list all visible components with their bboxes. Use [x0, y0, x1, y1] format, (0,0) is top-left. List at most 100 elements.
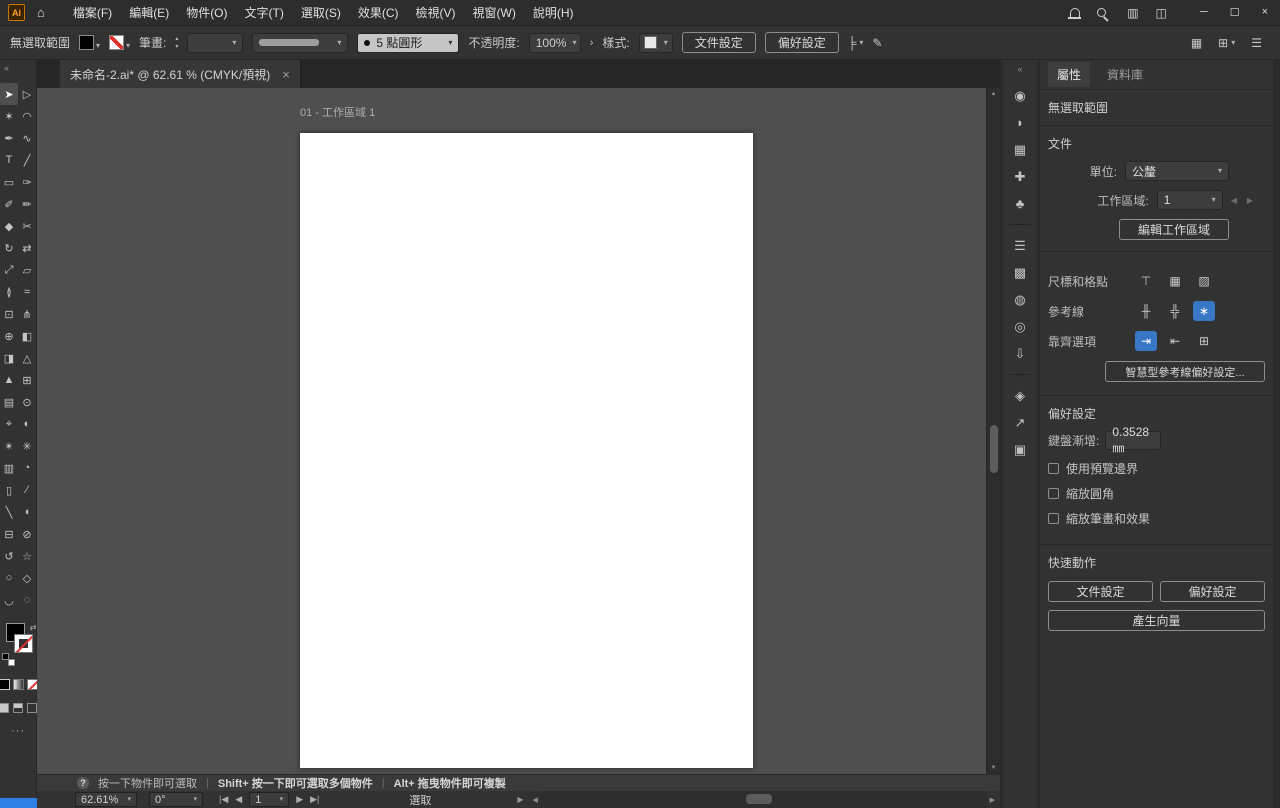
print-tiling-tool[interactable]: ⊟: [0, 523, 18, 545]
scroll-up-icon[interactable]: ▲: [987, 91, 1000, 97]
menubar-item-8[interactable]: 視窗(W): [473, 4, 516, 21]
live-paint-bucket-tool[interactable]: ◧: [18, 325, 36, 347]
snap-to-grid-icon[interactable]: ⇤: [1164, 331, 1186, 351]
shear-tool[interactable]: ▱: [18, 259, 36, 281]
column-graph-tool[interactable]: ▥: [0, 457, 18, 479]
scissors-tool[interactable]: ✂: [18, 215, 36, 237]
generate-vectors-button[interactable]: 產生向量: [1048, 610, 1265, 631]
preference-checkbox-2[interactable]: 縮放圓角: [1048, 485, 1265, 502]
lasso-tool[interactable]: ◠: [18, 105, 36, 127]
horizontal-scrollbar[interactable]: ◀ ▶: [530, 791, 998, 808]
toolbar-collapse-icon[interactable]: «: [0, 60, 13, 73]
quick-preferences-button[interactable]: 偏好設定: [1160, 581, 1265, 602]
default-fill-stroke-icon[interactable]: [1, 653, 15, 666]
home-icon[interactable]: ⌂: [37, 5, 45, 20]
document-setup-button[interactable]: 文件設定: [681, 32, 756, 53]
dock-collapse-icon[interactable]: «: [1017, 60, 1022, 74]
stepper-down-icon[interactable]: ▾: [175, 43, 178, 50]
next-artboard-icon[interactable]: ▶: [1247, 196, 1253, 205]
stroke-weight-dropdown[interactable]: ▾: [187, 32, 244, 53]
edit-toolbar-icon[interactable]: ···: [11, 725, 25, 737]
rectangle-tool[interactable]: ▭: [0, 171, 18, 193]
asset-export-icon[interactable]: ⇩: [1007, 343, 1033, 364]
previous-artboard-icon[interactable]: ◀: [1231, 196, 1237, 205]
canvas[interactable]: 01 - 工作區域 1: [37, 88, 986, 774]
lock-guides-icon[interactable]: ╬: [1164, 301, 1186, 321]
menubar-item-2[interactable]: 編輯(E): [129, 4, 169, 21]
perspective-grid-tool[interactable]: △: [18, 347, 36, 369]
panels-icon[interactable]: ◫: [1156, 6, 1167, 20]
notifications-bell-icon[interactable]: [1068, 8, 1082, 19]
color-wheel-icon[interactable]: ◉: [1007, 85, 1033, 106]
artboard[interactable]: [300, 133, 753, 768]
slice-tool[interactable]: ∕: [18, 479, 36, 501]
edit-artboards-button[interactable]: 編輯工作區域: [1119, 219, 1229, 240]
style-dropdown[interactable]: ▾: [638, 32, 673, 53]
align-dropdown[interactable]: ╞ ▾: [848, 36, 864, 50]
menubar-item-6[interactable]: 效果(C): [358, 4, 399, 21]
blend-tool[interactable]: ◐: [18, 413, 36, 435]
vertical-scrollbar[interactable]: ▲ ▼: [986, 88, 1000, 774]
keyboard-increment-field[interactable]: 0.3528 ㎜: [1105, 425, 1162, 455]
gradient-button[interactable]: [12, 679, 24, 690]
last-artboard-icon[interactable]: ▶|: [310, 794, 319, 805]
snap-to-pixel-icon[interactable]: ⊞: [1193, 331, 1215, 351]
menubar-item-3[interactable]: 物件(O): [186, 4, 227, 21]
opacity-options-icon[interactable]: ›: [590, 37, 594, 49]
horizontal-scrollbar-thumb[interactable]: [745, 794, 772, 804]
rotate-view-tool[interactable]: ↺: [0, 545, 18, 567]
warp-tool[interactable]: ≈: [18, 281, 36, 303]
spiral-tool[interactable]: ◌: [18, 589, 36, 611]
type-tool[interactable]: T: [0, 149, 18, 171]
vertical-scrollbar-thumb[interactable]: [990, 425, 998, 473]
layers-icon[interactable]: ◈: [1007, 385, 1033, 406]
pie-graph-tool[interactable]: ◔: [18, 457, 36, 479]
selection-tool[interactable]: ➤: [0, 83, 18, 105]
tab-libraries[interactable]: 資料庫: [1098, 62, 1152, 87]
zoom-dropdown[interactable]: 62.61% ▾: [75, 792, 137, 807]
scroll-right-icon[interactable]: ▶: [987, 796, 998, 804]
gradient-icon[interactable]: ◎: [1007, 316, 1033, 337]
direct-selection-tool[interactable]: ▷: [18, 83, 36, 105]
zoom-tool[interactable]: ⊘: [18, 523, 36, 545]
symbol-shifter-tool[interactable]: ✳: [18, 435, 36, 457]
preferences-button[interactable]: 偏好設定: [764, 32, 839, 53]
measure-tool[interactable]: ⌖: [0, 413, 18, 435]
knife-tool[interactable]: ╲: [0, 501, 18, 523]
eraser-tool[interactable]: ◆: [0, 215, 18, 237]
artboards-icon[interactable]: ▦: [1007, 139, 1033, 160]
curvature-tool[interactable]: ∿: [18, 127, 36, 149]
layout-icon[interactable]: ▥: [1127, 6, 1138, 20]
help-icon[interactable]: ?: [77, 777, 89, 789]
stroke-icon[interactable]: ☰: [1007, 235, 1033, 256]
menubar-item-1[interactable]: 檔案(F): [73, 4, 112, 21]
symbols-icon[interactable]: ♣: [1007, 193, 1033, 214]
eyedropper-tool[interactable]: ⊙: [18, 391, 36, 413]
shaper-tool[interactable]: ✐: [0, 193, 18, 215]
share-icon[interactable]: ↗: [1007, 412, 1033, 433]
close-icon[interactable]: ×: [1262, 6, 1268, 19]
pencil-tool[interactable]: ✏: [18, 193, 36, 215]
artboard-tool[interactable]: ▯: [0, 479, 18, 501]
paintbrush-tool[interactable]: ✑: [18, 171, 36, 193]
unit-dropdown[interactable]: 公釐 ▾: [1125, 161, 1229, 181]
horizontal-scrollbar-track[interactable]: [540, 791, 987, 808]
checkbox-icon[interactable]: [1048, 463, 1059, 474]
show-rulers-icon[interactable]: ⊤: [1135, 271, 1157, 291]
ellipse-tool[interactable]: ○: [0, 567, 18, 589]
preference-checkbox-3[interactable]: 縮放筆畫和效果: [1048, 510, 1265, 527]
snap-to-point-icon[interactable]: ⇥: [1135, 331, 1157, 351]
polygon-tool[interactable]: ◇: [18, 567, 36, 589]
gradient-tool[interactable]: ▤: [0, 391, 18, 413]
stepper-up-icon[interactable]: ▴: [175, 35, 178, 42]
opacity-dropdown[interactable]: 100% ▾: [528, 32, 581, 53]
arrange-documents-icon[interactable]: ▦: [1191, 36, 1202, 50]
search-icon[interactable]: [1097, 8, 1107, 17]
smart-guides-icon[interactable]: ∗: [1193, 301, 1215, 321]
artboard-dropdown[interactable]: 1 ▾: [1156, 190, 1223, 210]
rotation-dropdown[interactable]: 0° ▾: [149, 792, 203, 807]
minimize-icon[interactable]: ─: [1200, 6, 1208, 19]
scroll-left-icon[interactable]: ◀: [530, 796, 541, 804]
swap-fill-stroke-icon[interactable]: ⇄: [30, 623, 37, 632]
swatches-icon[interactable]: ▩: [1007, 262, 1033, 283]
